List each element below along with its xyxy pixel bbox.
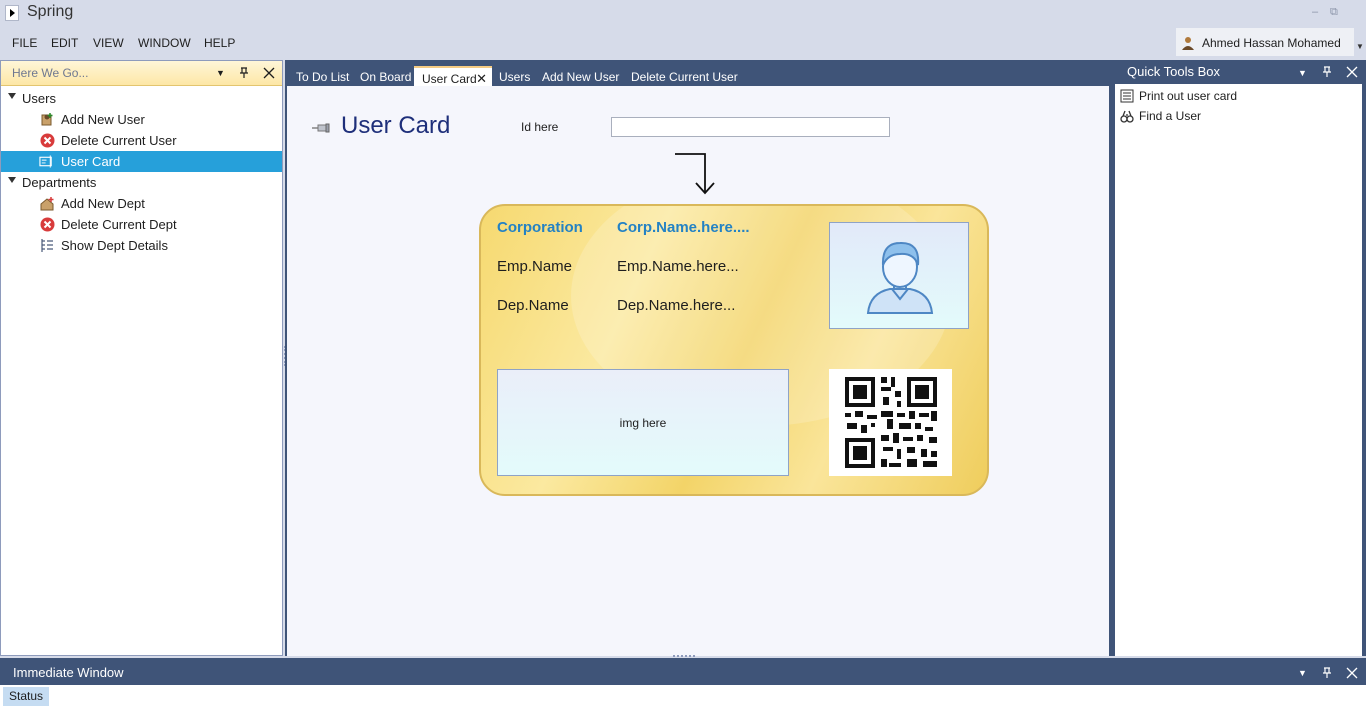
page-title: User Card: [341, 112, 451, 139]
details-list-icon: [41, 239, 53, 252]
tab-add-new-user[interactable]: Add New User: [542, 66, 619, 88]
expand-icon[interactable]: [8, 93, 16, 99]
delete-icon: [40, 217, 55, 232]
tree-item-label: Delete Current Dept: [61, 217, 177, 232]
search-input[interactable]: Here We Go...: [12, 66, 88, 80]
tree-group-users[interactable]: Users: [1, 88, 282, 109]
id-card: Corporation Corp.Name.here.... Emp.Name …: [479, 204, 989, 496]
user-photo[interactable]: [829, 222, 969, 329]
bottom-splitter-grip[interactable]: [673, 655, 695, 657]
chevron-down-icon[interactable]: ▼: [1356, 42, 1364, 51]
tab-on-board[interactable]: On Board: [360, 66, 411, 88]
id-input[interactable]: [611, 117, 890, 137]
minimize-button[interactable]: –: [1312, 6, 1318, 18]
pin-icon[interactable]: [1321, 667, 1333, 679]
close-icon[interactable]: ✕: [476, 71, 487, 87]
tree-item-label: Add New Dept: [61, 196, 145, 211]
image-placeholder-text: img here: [619, 416, 667, 430]
add-dept-icon: [40, 197, 54, 211]
tree-item-show-dept-details[interactable]: Show Dept Details: [1, 235, 282, 256]
menu-window[interactable]: WINDOW: [138, 36, 191, 50]
menu-view[interactable]: VIEW: [93, 36, 124, 50]
tree-item-delete-current-user[interactable]: Delete Current User: [1, 130, 282, 151]
corporation-value: Corp.Name.here....: [617, 219, 750, 236]
user-icon: [1182, 37, 1194, 50]
quick-tools-list: Print out user card Find a User: [1115, 84, 1362, 656]
print-icon: [1120, 89, 1134, 103]
user-account[interactable]: Ahmed Hassan Mohamed: [1176, 28, 1354, 56]
immediate-window: Immediate Window ▼ Status: [0, 658, 1366, 719]
tree-item-add-new-user[interactable]: Add New User: [1, 109, 282, 130]
id-label: Id here: [521, 120, 559, 134]
navigation-panel: Here We Go... ▼ Users Add New User Delet…: [0, 60, 283, 656]
qr-code: [829, 369, 952, 476]
restore-button[interactable]: ⧉: [1330, 6, 1338, 19]
emp-name-label: Emp.Name: [497, 258, 573, 275]
tree-item-label: Show Dept Details: [61, 238, 168, 253]
image-placeholder[interactable]: img here: [497, 369, 789, 476]
chevron-down-icon[interactable]: ▼: [216, 68, 225, 78]
immediate-window-content: Status: [0, 685, 1366, 719]
add-user-icon: [41, 113, 53, 126]
tool-label: Print out user card: [1139, 89, 1238, 103]
tool-find-user[interactable]: Find a User: [1115, 107, 1362, 125]
tool-print-user-card[interactable]: Print out user card: [1115, 87, 1362, 105]
binoculars-icon: [1120, 110, 1134, 123]
user-avatar-icon: [866, 241, 934, 314]
pushpin-icon: [312, 123, 330, 133]
tree-group-label: Users: [22, 91, 56, 106]
tree-group-label: Departments: [22, 175, 97, 190]
menu-file[interactable]: FILE: [12, 36, 37, 50]
dep-name-value: Dep.Name.here...: [617, 297, 736, 314]
user-card-page: User Card Id here Corporation Corp.Name.…: [287, 86, 1109, 656]
immediate-window-title: Immediate Window: [13, 665, 124, 680]
close-icon[interactable]: [263, 67, 275, 79]
pin-icon[interactable]: [238, 67, 250, 79]
id-card-icon: [39, 155, 52, 168]
tab-label: User Card: [422, 72, 477, 86]
delete-icon: [40, 133, 55, 148]
document-area: To Do List On Board User Card ✕ Users Ad…: [285, 60, 1111, 656]
corporation-label: Corporation: [497, 219, 583, 236]
tab-to-do-list[interactable]: To Do List: [296, 66, 349, 88]
dep-name-label: Dep.Name: [497, 297, 569, 314]
tree-item-label: User Card: [61, 154, 121, 169]
emp-name-value: Emp.Name.here...: [617, 258, 739, 275]
tool-label: Find a User: [1139, 109, 1202, 123]
menu-help[interactable]: HELP: [204, 36, 235, 50]
tree-item-label: Add New User: [61, 112, 145, 127]
tree-item-label: Delete Current User: [61, 133, 177, 148]
tree-item-add-new-dept[interactable]: Add New Dept: [1, 193, 282, 214]
tree-item-delete-current-dept[interactable]: Delete Current Dept: [1, 214, 282, 235]
down-arrow-icon: [675, 153, 715, 195]
expand-icon[interactable]: [8, 177, 16, 183]
close-icon[interactable]: [1346, 66, 1358, 78]
search-header: Here We Go... ▼: [1, 61, 282, 86]
menu-edit[interactable]: EDIT: [51, 36, 78, 50]
tree-group-departments[interactable]: Departments: [1, 172, 282, 193]
qr-code-icon: [845, 377, 937, 468]
app-title: Spring: [27, 3, 74, 20]
tree-item-user-card[interactable]: User Card: [1, 151, 282, 172]
status-tab[interactable]: Status: [3, 687, 50, 706]
pin-icon[interactable]: [1321, 66, 1333, 78]
tab-delete-current-user[interactable]: Delete Current User: [631, 66, 738, 88]
close-icon[interactable]: [1346, 667, 1358, 679]
quick-tools-title: Quick Tools Box: [1127, 64, 1220, 79]
chevron-down-icon[interactable]: ▼: [1298, 668, 1307, 678]
tab-users[interactable]: Users: [499, 66, 530, 88]
chevron-down-icon[interactable]: ▼: [1298, 68, 1307, 78]
user-name: Ahmed Hassan Mohamed: [1202, 36, 1341, 50]
tab-user-card[interactable]: User Card ✕: [414, 66, 492, 88]
quick-tools-panel: Quick Tools Box ▼ Print out user card Fi…: [1111, 60, 1366, 656]
app-icon[interactable]: [5, 5, 19, 21]
title-bar: Spring – ⧉: [0, 0, 1366, 28]
